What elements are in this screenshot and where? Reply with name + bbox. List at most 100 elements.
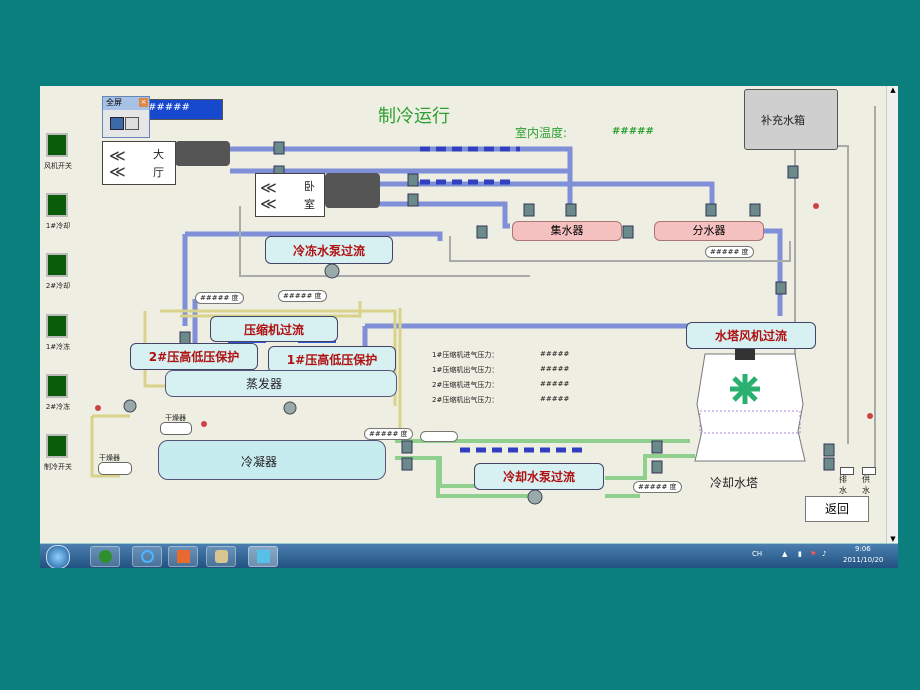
- valve: [407, 193, 419, 207]
- bed-fan-icon-2: ≪: [260, 194, 277, 213]
- taskbar-browser-icon[interactable]: [132, 546, 162, 567]
- drain-label-1: 排: [839, 475, 847, 484]
- switch-cool-2[interactable]: [46, 253, 68, 277]
- popup-window-icon[interactable]: [125, 117, 139, 130]
- switch-chill-2[interactable]: [46, 374, 68, 398]
- switch-chill-1[interactable]: [46, 314, 68, 338]
- indoor-temp-label: 室内温度:: [515, 126, 568, 140]
- panel-compressor: 压缩机过流: [210, 316, 338, 342]
- pipe-gray-4: [835, 145, 849, 444]
- temp-readout-1: ##### 度: [195, 292, 244, 304]
- pressure-label-3: 2#压缩机进气压力：: [432, 381, 499, 389]
- start-button[interactable]: [46, 545, 70, 568]
- dryer-1: 干燥器: [160, 414, 192, 435]
- taskbar-media-icon[interactable]: [90, 546, 120, 567]
- temp-readout-2: ##### 度: [278, 290, 327, 302]
- valve: [476, 225, 488, 239]
- tower-motor: [735, 348, 755, 360]
- valve: [823, 457, 835, 471]
- valve: [787, 165, 799, 179]
- pressure-value-1: #####: [540, 350, 570, 358]
- switch-cool-1[interactable]: [46, 193, 68, 217]
- valve: [651, 460, 663, 474]
- pressure-label-2: 1#压缩机出气压力：: [432, 366, 499, 374]
- bed-label-2: 室: [304, 198, 315, 211]
- cooling-tower: [694, 348, 806, 462]
- cooling-tower-label: 冷却水塔: [710, 476, 759, 490]
- scrollbar[interactable]: ▲ ▼: [886, 86, 898, 543]
- hall-label-1: 大: [153, 148, 164, 161]
- sensor-dot: [867, 413, 873, 419]
- valve: [823, 443, 835, 457]
- tray-network-icon[interactable]: ▮: [798, 550, 802, 558]
- scroll-down-icon[interactable]: ▼: [887, 535, 898, 543]
- valve: [622, 225, 634, 239]
- taskbar-scada-icon[interactable]: [248, 546, 278, 567]
- panel-prot-1: 1#压高低压保护: [268, 346, 396, 373]
- drain-label-2: 水: [839, 486, 847, 495]
- valve: [523, 203, 535, 217]
- tray-date[interactable]: 2011/10/20: [843, 556, 883, 564]
- tray-flag-icon[interactable]: ⚑: [810, 550, 816, 558]
- supply-label-1: 供: [862, 475, 870, 484]
- dryer-1-label: 干燥器: [165, 414, 186, 422]
- temp-readout-3: ##### 度: [705, 246, 754, 258]
- popup-close-icon[interactable]: ×: [139, 98, 148, 107]
- switch-chill-2-label: 2#冷冻: [45, 403, 71, 411]
- switch-cooling[interactable]: [46, 434, 68, 458]
- valve: [775, 281, 787, 295]
- switch-fan[interactable]: [46, 133, 68, 157]
- hall-label-2: 厅: [153, 166, 164, 179]
- fan-coil-bed: [325, 173, 380, 208]
- valve: [273, 141, 285, 155]
- dryer-2: 干燥器: [98, 454, 132, 475]
- fan-coil-hall: [175, 141, 230, 166]
- panel-tower-fan: 水塔风机过流: [686, 322, 816, 349]
- valve: [651, 440, 663, 454]
- water-distributor: 分水器: [654, 221, 764, 241]
- taskbar: CH ▲ ▮ ⚑ ♪ 9:06 2011/10/20: [40, 543, 898, 568]
- refill-tank-label: 补充水箱: [761, 114, 805, 127]
- taskbar-app-icon[interactable]: [168, 546, 198, 567]
- pipe-chilled-4: [380, 201, 510, 229]
- indoor-temp-value: #####: [612, 126, 654, 137]
- tray-time[interactable]: 9:06: [855, 545, 871, 553]
- evaporator: 蒸发器: [165, 370, 397, 397]
- fullscreen-popup[interactable]: 全屏 ×: [102, 96, 150, 138]
- bed-label-1: 卧: [304, 180, 315, 193]
- scroll-up-icon[interactable]: ▲: [887, 86, 898, 94]
- panel-cooling-pump: 冷却水泵过流: [474, 463, 604, 490]
- tray-arrow-icon[interactable]: ▲: [782, 550, 787, 558]
- valve: [749, 203, 761, 217]
- valve: [705, 203, 717, 217]
- pressure-value-4: #####: [540, 395, 570, 403]
- temp-readout-5: ##### 度: [633, 481, 682, 493]
- expansion-valve-icon: [123, 399, 137, 413]
- sensor-dot: [813, 203, 819, 209]
- pipe-chilled-7: [760, 228, 783, 316]
- tray-lang[interactable]: CH: [752, 550, 762, 558]
- water-collector: 集水器: [512, 221, 622, 241]
- expansion-valve-icon: [283, 401, 297, 415]
- taskbar-paint-icon[interactable]: [206, 546, 236, 567]
- pressure-value-2: #####: [540, 365, 570, 373]
- popup-fullscreen-icon[interactable]: [110, 117, 124, 130]
- panel-chilled-pump: 冷冻水泵过流: [265, 236, 393, 264]
- switch-cooling-label: 制冷开关: [44, 463, 72, 471]
- tray-volume-icon[interactable]: ♪: [822, 550, 826, 558]
- top-readout-value: #####: [148, 102, 190, 113]
- back-button[interactable]: 返回: [805, 496, 869, 522]
- condenser-label: 冷凝器: [241, 455, 278, 469]
- screen: 制冷运行 室内温度: ##### ##### 全屏 × 风机开关 1#冷却 2#…: [40, 86, 898, 568]
- valve: [401, 457, 413, 471]
- evaporator-label: 蒸发器: [246, 377, 283, 391]
- refill-tank: 补充水箱: [744, 89, 838, 150]
- sensor-dot: [201, 421, 207, 427]
- scada-canvas: 制冷运行 室内温度: ##### ##### 全屏 × 风机开关 1#冷却 2#…: [40, 86, 898, 543]
- valve: [565, 203, 577, 217]
- switch-cool-2-label: 2#冷却: [45, 282, 71, 290]
- condenser: 冷凝器: [158, 440, 386, 480]
- hall-fan-icon-2: ≪: [109, 162, 126, 181]
- cooling-pump-icon: [527, 489, 543, 505]
- chilled-pump-icon: [324, 263, 340, 279]
